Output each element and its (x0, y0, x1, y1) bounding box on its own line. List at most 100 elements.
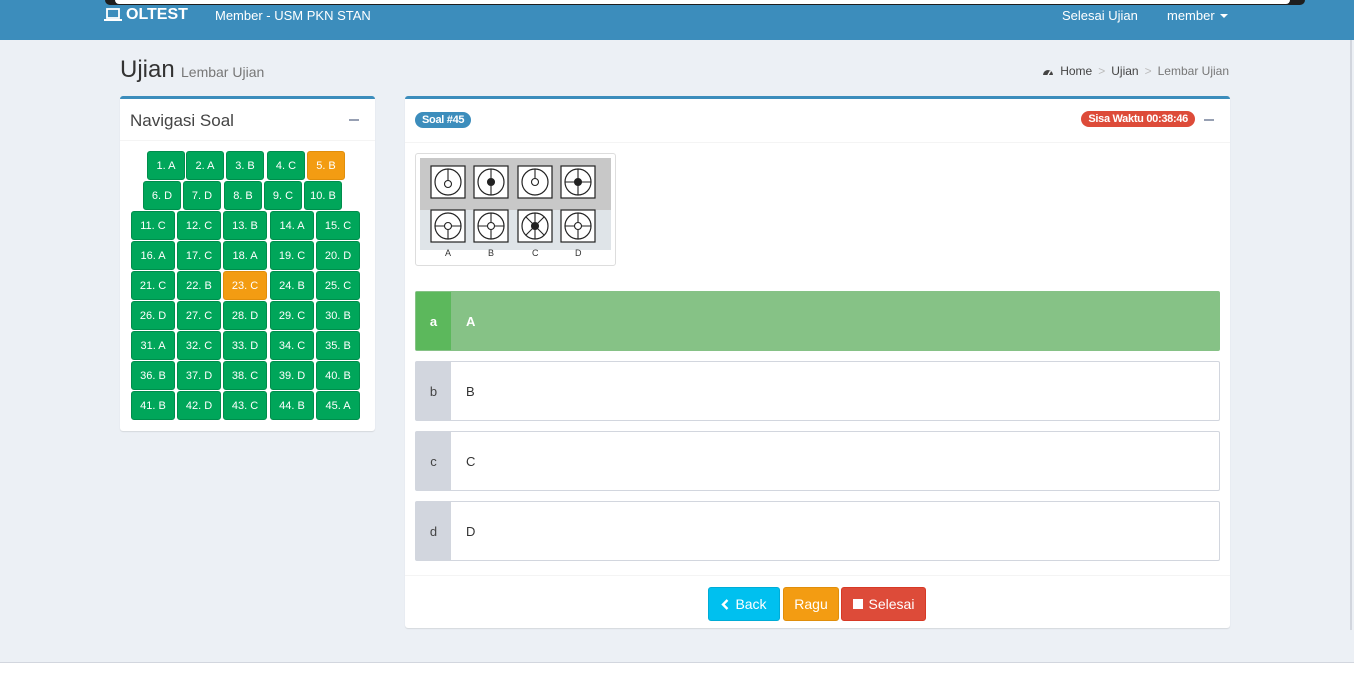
answer-option-b[interactable]: b B (415, 361, 1220, 421)
question-panel: Soal #45 Sisa Waktu 00:38:46 A B C D a A… (405, 96, 1230, 628)
question-number-badge: Soal #45 (415, 112, 472, 128)
figure-label-b: B (488, 248, 495, 258)
finish-exam-link[interactable]: Selesai Ujian (1062, 8, 1138, 23)
browser-strip-inner (115, 0, 1290, 4)
figure-label-d: D (575, 248, 582, 258)
option-text: C (466, 453, 476, 469)
collapse-icon[interactable] (1204, 119, 1214, 121)
question-nav-button-33[interactable]: 33. D (223, 331, 267, 360)
back-button[interactable]: Back (708, 587, 780, 621)
question-nav-button-10[interactable]: 10. B (304, 181, 342, 210)
breadcrumb-separator: > (1098, 64, 1106, 78)
question-nav-button-5[interactable]: 5. B (307, 151, 345, 180)
laptop-icon (104, 8, 122, 21)
panel-divider (405, 142, 1230, 143)
question-nav-button-43[interactable]: 43. C (223, 391, 267, 420)
question-nav-button-18[interactable]: 18. A (223, 241, 267, 270)
question-nav-button-21[interactable]: 21. C (131, 271, 175, 300)
brand-logo[interactable]: OLTEST (104, 6, 188, 24)
question-nav-button-36[interactable]: 36. B (131, 361, 175, 390)
question-nav-button-44[interactable]: 44. B (270, 391, 314, 420)
dashboard-icon (1043, 69, 1054, 75)
question-nav-button-23[interactable]: 23. C (223, 271, 267, 300)
question-nav-button-4[interactable]: 4. C (267, 151, 305, 180)
chevron-left-icon (721, 598, 729, 610)
stop-icon (852, 599, 863, 609)
question-nav-button-17[interactable]: 17. C (177, 241, 221, 270)
question-nav-button-14[interactable]: 14. A (270, 211, 314, 240)
question-figure: A B C D (415, 153, 616, 266)
question-figure-image (420, 158, 611, 250)
page-footer (0, 662, 1354, 675)
breadcrumb-separator: > (1144, 64, 1152, 78)
question-nav-button-16[interactable]: 16. A (131, 241, 175, 270)
question-nav-button-1[interactable]: 1. A (147, 151, 185, 180)
breadcrumb-current: Lembar Ujian (1157, 64, 1229, 78)
option-text: B (466, 383, 475, 399)
question-nav-button-12[interactable]: 12. C (177, 211, 221, 240)
question-nav-button-25[interactable]: 25. C (316, 271, 360, 300)
breadcrumb-home[interactable]: Home (1060, 64, 1092, 78)
question-nav-button-42[interactable]: 42. D (177, 391, 221, 420)
timer-badge: Sisa Waktu 00:38:46 (1081, 111, 1195, 127)
answer-option-c[interactable]: c C (415, 431, 1220, 491)
answer-option-a[interactable]: a A (415, 291, 1220, 351)
question-nav-button-29[interactable]: 29. C (270, 301, 314, 330)
question-nav-button-32[interactable]: 32. C (177, 331, 221, 360)
figure-label-a: A (445, 248, 452, 258)
user-menu-label: member (1167, 8, 1215, 23)
finish-button-label: Selesai (868, 596, 915, 612)
question-nav-button-41[interactable]: 41. B (131, 391, 175, 420)
back-button-label: Back (735, 596, 767, 612)
question-nav-panel: Navigasi Soal 1. A 2. A 3. B 4. C 5. B 6. D 7.… (120, 96, 375, 431)
question-nav-button-6[interactable]: 6. D (143, 181, 181, 210)
panel-footer-divider (405, 575, 1230, 576)
page-title: Ujian (120, 56, 175, 83)
question-nav-button-26[interactable]: 26. D (131, 301, 175, 330)
question-nav-button-24[interactable]: 24. B (270, 271, 314, 300)
option-letter: a (416, 292, 451, 350)
scroll-edge (1350, 40, 1352, 630)
collapse-icon[interactable] (349, 119, 359, 121)
question-nav-button-11[interactable]: 11. C (131, 211, 175, 240)
question-nav-button-3[interactable]: 3. B (226, 151, 264, 180)
option-letter: b (416, 362, 451, 420)
nav-panel-title: Navigasi Soal (130, 111, 234, 130)
option-letter: c (416, 432, 451, 490)
question-nav-button-35[interactable]: 35. B (316, 331, 360, 360)
question-nav-button-19[interactable]: 19. C (270, 241, 314, 270)
question-nav-button-15[interactable]: 15. C (316, 211, 360, 240)
nav-panel-header: Navigasi Soal (120, 99, 375, 141)
ragu-button[interactable]: Ragu (783, 587, 839, 621)
breadcrumb-ujian[interactable]: Ujian (1111, 64, 1138, 78)
question-nav-button-2[interactable]: 2. A (186, 151, 224, 180)
question-nav-button-7[interactable]: 7. D (183, 181, 221, 210)
page-subtitle: Lembar Ujian (181, 64, 265, 80)
question-nav-button-37[interactable]: 37. D (177, 361, 221, 390)
question-nav-button-28[interactable]: 28. D (223, 301, 267, 330)
answer-option-d[interactable]: d D (415, 501, 1220, 561)
user-menu[interactable]: member (1167, 8, 1228, 23)
question-nav-button-40[interactable]: 40. B (316, 361, 360, 390)
question-nav-button-9[interactable]: 9. C (264, 181, 302, 210)
question-nav-button-27[interactable]: 27. C (177, 301, 221, 330)
top-navbar: OLTEST Member - USM PKN STAN Selesai Uji… (0, 0, 1354, 40)
question-nav-button-20[interactable]: 20. D (316, 241, 360, 270)
question-nav-button-38[interactable]: 38. C (223, 361, 267, 390)
question-nav-button-22[interactable]: 22. B (177, 271, 221, 300)
header-subtitle: Member - USM PKN STAN (215, 8, 371, 23)
question-nav-button-39[interactable]: 39. D (270, 361, 314, 390)
ragu-button-label: Ragu (794, 596, 828, 612)
question-nav-button-34[interactable]: 34. C (270, 331, 314, 360)
finish-button[interactable]: Selesai (841, 587, 926, 621)
question-nav-button-30[interactable]: 30. B (316, 301, 360, 330)
question-nav-button-13[interactable]: 13. B (223, 211, 267, 240)
caret-down-icon (1219, 13, 1228, 18)
question-nav-button-8[interactable]: 8. B (224, 181, 262, 210)
question-nav-button-31[interactable]: 31. A (131, 331, 175, 360)
figure-labels: A B C D (420, 248, 611, 260)
question-nav-button-45[interactable]: 45. A (316, 391, 360, 420)
option-text: D (466, 523, 476, 539)
option-text: A (466, 313, 476, 329)
option-letter: d (416, 502, 451, 560)
